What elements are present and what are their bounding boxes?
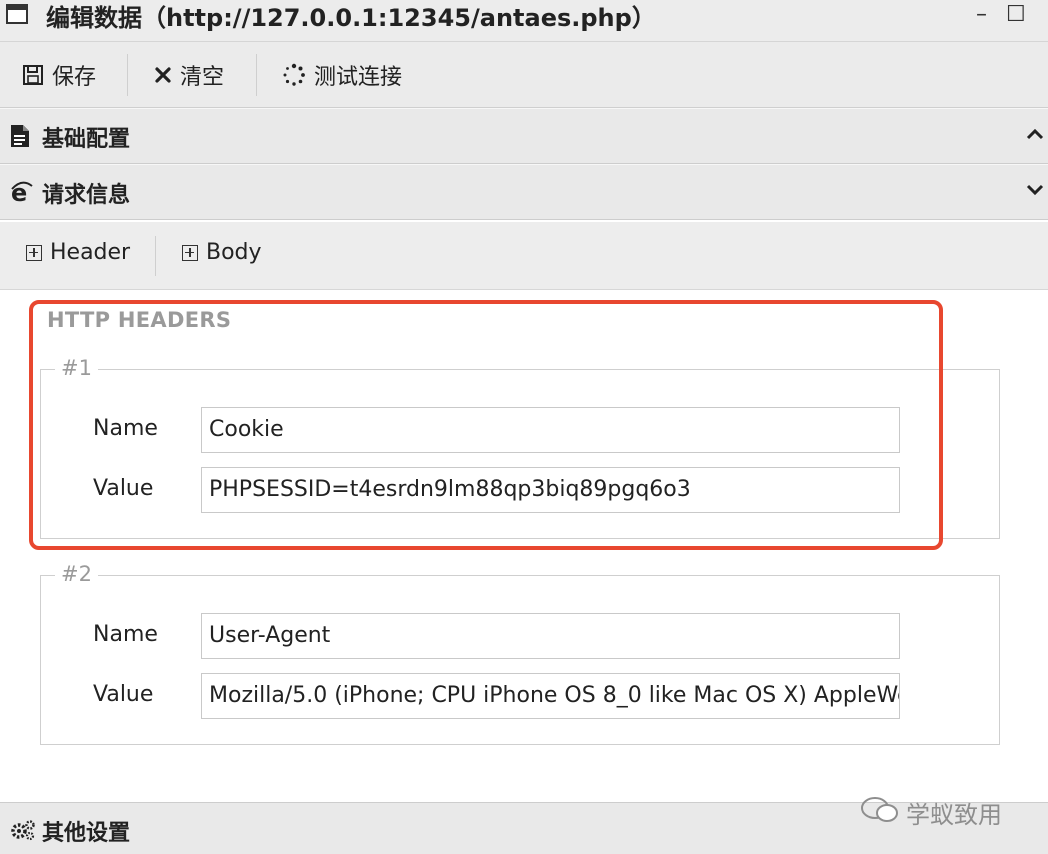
value-label: Value	[93, 682, 154, 707]
tab-body-label: Body	[206, 240, 262, 265]
toolbar-divider	[256, 54, 257, 96]
value-label: Value	[93, 476, 154, 501]
minimize-button[interactable]: –	[976, 2, 987, 27]
close-icon	[154, 66, 172, 84]
header-group-legend: #2	[55, 562, 98, 586]
name-label: Name	[93, 416, 158, 441]
http-headers-title: HTTP HEADERS	[47, 308, 232, 332]
header-value-input[interactable]: PHPSESSID=t4esrdn9lm88qp3biq89pgq6o3	[201, 467, 900, 513]
ie-icon: e	[10, 179, 34, 208]
test-connection-label: 测试连接	[314, 65, 403, 90]
chevron-up-icon[interactable]	[1026, 126, 1044, 145]
save-icon	[22, 64, 44, 86]
clear-button[interactable]: 清空	[154, 55, 224, 95]
section-basic-config[interactable]: 基础配置	[0, 108, 1048, 164]
watermark-text: 学蚁致用	[906, 801, 1002, 829]
plus-box-icon	[26, 244, 42, 261]
test-connection-button[interactable]: 测试连接	[282, 55, 402, 95]
headers-panel: HTTP HEADERS #1 Name Cookie Value PHPSES…	[0, 290, 1048, 802]
window-icon	[6, 4, 28, 24]
window-titlebar: 编辑数据（http://127.0.0.1:12345/antaes.php） …	[0, 0, 1048, 42]
clear-label: 清空	[180, 65, 225, 90]
document-icon	[10, 124, 30, 152]
tab-divider	[155, 236, 156, 276]
section-title: 其他设置	[42, 821, 131, 846]
chat-bubble-icon	[860, 796, 900, 830]
watermark: 学蚁致用	[860, 795, 1002, 830]
save-button[interactable]: 保存	[22, 55, 96, 95]
toolbar-divider	[127, 54, 128, 96]
maximize-button[interactable]: ☐	[1006, 2, 1026, 27]
tab-header[interactable]: Header	[26, 240, 130, 265]
header-value-input[interactable]: Mozilla/5.0 (iPhone; CPU iPhone OS 8_0 l…	[201, 673, 900, 719]
window-title: 编辑数据（http://127.0.0.1:12345/antaes.php）	[46, 4, 656, 32]
spinner-icon	[282, 63, 306, 87]
request-tabs: Header Body	[0, 222, 1048, 290]
header-name-input[interactable]: User-Agent	[201, 613, 900, 659]
gears-icon	[10, 819, 36, 845]
chevron-down-icon[interactable]	[1026, 182, 1044, 201]
tab-body[interactable]: Body	[182, 240, 262, 265]
header-group-1: #1 Name Cookie Value PHPSESSID=t4esrdn9l…	[40, 356, 1000, 539]
header-name-input[interactable]: Cookie	[201, 407, 900, 453]
name-label: Name	[93, 622, 158, 647]
header-group-legend: #1	[55, 356, 98, 380]
header-group-2: #2 Name User-Agent Value Mozilla/5.0 (iP…	[40, 562, 1000, 745]
save-label: 保存	[52, 65, 97, 90]
plus-box-icon	[182, 244, 198, 261]
section-title: 基础配置	[42, 127, 131, 152]
section-title: 请求信息	[42, 183, 131, 208]
section-request-info[interactable]: e 请求信息	[0, 164, 1048, 220]
tab-header-label: Header	[50, 240, 131, 265]
toolbar: 保存 清空 测试连接	[0, 42, 1048, 108]
